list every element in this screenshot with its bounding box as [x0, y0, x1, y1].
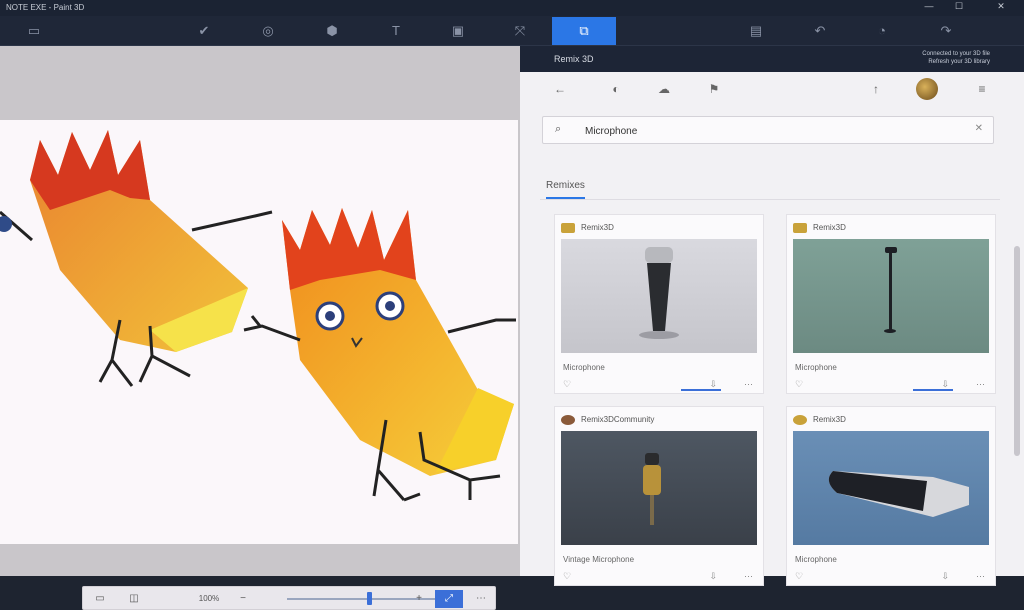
undo-icon[interactable]: ↶ — [804, 19, 836, 43]
like-icon[interactable]: ♡ — [795, 379, 803, 390]
history-icon[interactable]: ◔ — [866, 19, 898, 43]
result-card[interactable]: Remix3DCommunity Vintage Microphone ♡ ⇩ … — [554, 406, 764, 586]
card-title: Microphone — [795, 363, 837, 372]
search-icon: ⌕ — [555, 123, 562, 135]
tab-remixes[interactable]: Remixes — [546, 180, 585, 199]
view-3d-icon[interactable]: ◫ — [123, 590, 145, 608]
minimize-button[interactable]: — — [918, 1, 940, 15]
panel-title: Remix 3D — [554, 54, 594, 64]
card-author: Remix3D — [793, 413, 846, 427]
card-author: Remix3D — [793, 221, 846, 235]
author-avatar — [793, 414, 807, 425]
menu-icon[interactable]: ▭ — [18, 19, 50, 43]
tab-row: Remixes — [540, 174, 1000, 200]
close-button[interactable]: ✕ — [990, 1, 1012, 15]
card-thumbnail — [561, 431, 757, 545]
more-options-icon[interactable]: ⋯ — [976, 379, 985, 390]
zoom-in-icon[interactable]: + — [409, 590, 429, 608]
download-icon[interactable]: ⇩ — [709, 379, 717, 390]
card-title: Microphone — [795, 555, 837, 564]
header-info-1: Connected to your 3D file — [922, 51, 990, 57]
card-title: Microphone — [563, 363, 605, 372]
main-toolbar: ▭ ✔ ◎ ⬢ T ▣ ⤧ ⧉ ▤ ↶ ◔ ↷ — [0, 16, 1024, 46]
drawing-canvas[interactable] — [0, 120, 518, 544]
panel-nav-row: ← ◐ ☁ ⚑ ↑ ≡ — [520, 72, 1024, 108]
remixes-icon[interactable]: ⚑ — [704, 82, 724, 98]
clear-icon[interactable]: ✕ — [975, 123, 983, 134]
card-thumbnail — [561, 239, 757, 353]
download-icon[interactable]: ⇩ — [709, 571, 717, 582]
author-avatar — [793, 222, 807, 233]
view-mode-icon[interactable]: ⤢ — [435, 590, 463, 608]
card-thumbnail — [793, 431, 989, 545]
paste-icon[interactable]: ▤ — [740, 19, 772, 43]
zoom-out-icon[interactable]: − — [233, 590, 253, 608]
like-icon[interactable]: ♡ — [563, 379, 571, 390]
zoom-slider-thumb[interactable] — [367, 592, 372, 605]
more-options-icon[interactable]: ⋯ — [744, 379, 753, 390]
panel-menu-icon[interactable]: ≡ — [972, 82, 992, 98]
more-icon[interactable]: ⋯ — [471, 590, 491, 608]
models-icon[interactable]: ☁ — [654, 82, 674, 98]
panel-scrollbar[interactable] — [1014, 246, 1020, 456]
download-icon[interactable]: ⇩ — [941, 379, 949, 390]
more-options-icon[interactable]: ⋯ — [744, 571, 753, 582]
search-input[interactable] — [585, 123, 965, 139]
card-author: Remix3DCommunity — [561, 413, 654, 427]
panel-header-info: Connected to your 3D file Refresh your 3… — [922, 50, 990, 66]
microphone-side-image — [828, 471, 969, 517]
vintage-microphone-image — [643, 453, 661, 525]
result-card[interactable]: Remix3D Microphone ♡ ⇩ ⋯ — [554, 214, 764, 394]
view-bar: ▭ ◫ 100% − + ⤢ ⋯ — [82, 586, 496, 610]
card-footer: ♡ ⇩ ⋯ — [563, 379, 757, 391]
header-info-2: Refresh your 3D library — [928, 59, 990, 65]
download-icon[interactable]: ⇩ — [941, 571, 949, 582]
card-title: Vintage Microphone — [563, 555, 635, 564]
result-card[interactable]: Remix3D Microphone ♡ ⇩ ⋯ — [786, 406, 996, 586]
canvas-workspace: ▭ ◫ 100% − + ⤢ ⋯ — [0, 46, 520, 610]
brushes-icon[interactable]: ✔ — [188, 19, 220, 43]
card-thumbnail — [793, 239, 989, 353]
like-icon[interactable]: ♡ — [795, 571, 803, 582]
maximize-button[interactable]: ☐ — [948, 1, 970, 15]
redo-icon[interactable]: ↷ — [930, 19, 962, 43]
canvas-icon[interactable]: ⤧ — [504, 19, 536, 43]
remix-3d-panel: Remix 3D Connected to your 3D file Refre… — [520, 46, 1024, 586]
user-avatar[interactable] — [916, 78, 938, 100]
remix-3d-icon[interactable]: ⧉ — [552, 17, 616, 45]
boards-icon[interactable]: ◐ — [606, 82, 626, 98]
text-icon[interactable]: ▣ — [442, 19, 474, 43]
panel-header: Remix 3D Connected to your 3D file Refre… — [520, 46, 1024, 72]
screen-icon[interactable]: ▭ — [89, 590, 111, 608]
window-title: NOTE EXE - Paint 3D — [6, 3, 85, 12]
search-box: ⌕ ✕ — [542, 116, 994, 144]
results-grid: Remix3D Microphone ♡ ⇩ ⋯ Remix3D Microph… — [540, 206, 1000, 586]
author-avatar — [561, 222, 575, 233]
3d-shapes-icon[interactable]: ⬢ — [316, 19, 348, 43]
card-footer: ♡ ⇩ ⋯ — [563, 571, 757, 583]
more-options-icon[interactable]: ⋯ — [976, 571, 985, 582]
fire-characters-drawing — [0, 130, 516, 502]
result-card[interactable]: Remix3D Microphone ♡ ⇩ ⋯ — [786, 214, 996, 394]
microphone-image — [639, 247, 679, 339]
stickers-icon[interactable]: T — [380, 19, 412, 43]
zoom-label: 100% — [198, 594, 220, 603]
back-icon[interactable]: ← — [550, 82, 570, 98]
card-author: Remix3D — [561, 221, 614, 235]
mic-stand-image — [884, 247, 897, 333]
title-bar: NOTE EXE - Paint 3D — ☐ ✕ — [0, 0, 1024, 16]
like-icon[interactable]: ♡ — [563, 571, 571, 582]
author-avatar — [561, 414, 575, 425]
card-footer: ♡ ⇩ ⋯ — [795, 571, 989, 583]
card-footer: ♡ ⇩ ⋯ — [795, 379, 989, 391]
2d-shapes-icon[interactable]: ◎ — [252, 19, 284, 43]
upload-icon[interactable]: ↑ — [866, 82, 886, 98]
